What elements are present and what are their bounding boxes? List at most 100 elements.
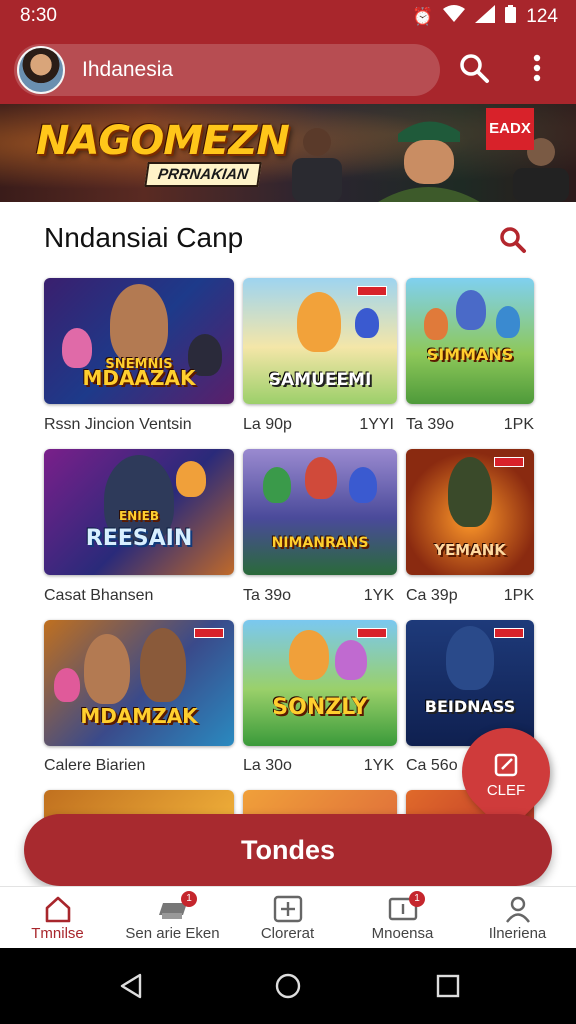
status-bar: 8:30 ⏰ 124 bbox=[0, 0, 576, 34]
signal-icon bbox=[475, 5, 496, 28]
tile-character bbox=[448, 457, 492, 527]
more-vertical-icon bbox=[533, 54, 541, 82]
section-title: Nndansiai Canp bbox=[44, 222, 244, 253]
game-tile[interactable]: SONZLY bbox=[243, 620, 397, 746]
banner-figure bbox=[292, 128, 342, 202]
primary-cta-button[interactable]: Tondes bbox=[24, 814, 552, 886]
create-fab-content[interactable]: CLEF bbox=[462, 742, 550, 812]
more-options-button[interactable] bbox=[522, 50, 552, 86]
promo-banner[interactable]: NAGOMEZN PRRNAKIAN EADX bbox=[0, 104, 576, 202]
tile-character bbox=[176, 461, 206, 497]
game-tile[interactable]: YEMANK bbox=[406, 449, 534, 575]
game-meta-left: La 90p bbox=[243, 416, 292, 433]
game-meta-right: 1YYI bbox=[359, 416, 394, 433]
person-icon bbox=[505, 896, 530, 923]
battery-text: 124 bbox=[526, 5, 558, 27]
game-tile[interactable]: BEIDNASS bbox=[406, 620, 534, 746]
game-meta-left: Rssn Jincion Ventsin bbox=[44, 416, 192, 433]
tile-character bbox=[297, 292, 341, 352]
banner-subtitle: PRRNAKIAN bbox=[144, 162, 262, 187]
tile-character bbox=[140, 628, 186, 702]
nav-item-create[interactable]: Clorerat bbox=[230, 887, 345, 949]
search-icon bbox=[460, 54, 489, 83]
tile-character bbox=[305, 457, 337, 499]
tile-character bbox=[263, 467, 291, 503]
home-circle-icon[interactable] bbox=[274, 972, 302, 1000]
nav-item-profile[interactable]: Ilneriena bbox=[460, 887, 575, 949]
region-selector[interactable]: Ihdanesia bbox=[14, 44, 440, 96]
tile-title: SONZLY bbox=[272, 695, 368, 720]
tile-title: BEIDNASS bbox=[424, 697, 516, 716]
nav-label: Tmnilse bbox=[31, 925, 84, 942]
nav-item-games[interactable]: 1 Sen arie Eken bbox=[115, 887, 230, 949]
top-app-bar: 8:30 ⏰ 124 Ihdanesia bbox=[0, 0, 576, 104]
game-meta-left: Ta 39o bbox=[243, 587, 292, 604]
tile-tag bbox=[494, 628, 524, 638]
back-icon[interactable] bbox=[118, 972, 144, 1000]
tile-character bbox=[289, 630, 329, 680]
status-icons: ⏰ 124 bbox=[412, 5, 558, 28]
tile-tag bbox=[194, 628, 224, 638]
tile-character bbox=[446, 626, 494, 690]
tile-title: NIMANRANS bbox=[271, 535, 369, 551]
home-icon bbox=[45, 896, 70, 923]
game-meta-left: Ta 39o bbox=[406, 416, 455, 433]
tile-character bbox=[84, 634, 130, 704]
recents-icon[interactable] bbox=[436, 972, 460, 1000]
section-search-button[interactable] bbox=[497, 224, 529, 256]
tile-title: MDAAZAK bbox=[82, 366, 196, 390]
tile-character bbox=[335, 640, 367, 680]
tile-character bbox=[355, 308, 379, 338]
tile-subtitle: ENIEB bbox=[118, 509, 160, 523]
game-meta-right: 1PK bbox=[503, 587, 534, 604]
fab-label: CLEF bbox=[486, 782, 526, 799]
banner-badge: EADX bbox=[486, 108, 534, 150]
search-button[interactable] bbox=[456, 50, 492, 86]
tile-tag bbox=[494, 457, 524, 467]
banner-title: NAGOMEZN bbox=[36, 118, 290, 164]
bottom-navigation: Tmnilse 1 Sen arie Eken Clorerat 1 Mnoen… bbox=[0, 886, 576, 948]
nav-label: Mnoensa bbox=[371, 925, 434, 942]
app-header: Ihdanesia bbox=[0, 40, 576, 98]
tile-title: REESAIN bbox=[85, 526, 193, 551]
avatar[interactable] bbox=[17, 46, 65, 94]
status-time: 8:30 bbox=[20, 5, 57, 26]
game-tile[interactable]: SAMUEEMI bbox=[243, 278, 397, 404]
game-tile[interactable]: SIMMANS bbox=[406, 278, 534, 404]
game-tile[interactable]: NIMANRANS bbox=[243, 449, 397, 575]
nav-item-messages[interactable]: 1 Mnoensa bbox=[345, 887, 460, 949]
tile-character bbox=[54, 668, 80, 702]
game-meta-left: La 30o bbox=[243, 757, 292, 774]
tile-title: YEMANK bbox=[434, 541, 506, 559]
wifi-icon bbox=[443, 5, 466, 28]
tile-title: SAMUEEMI bbox=[268, 370, 372, 390]
notification-badge: 1 bbox=[181, 891, 197, 907]
game-meta-right: 1YK bbox=[363, 757, 394, 774]
tile-tag bbox=[357, 628, 387, 638]
region-label: Ihdanesia bbox=[82, 58, 174, 81]
alarm-icon: ⏰ bbox=[412, 6, 434, 26]
search-icon bbox=[500, 227, 526, 253]
game-meta-right: 1PK bbox=[503, 416, 534, 433]
banner-soldier bbox=[378, 121, 480, 202]
battery-icon bbox=[505, 5, 517, 28]
game-meta-right: 1YK bbox=[363, 587, 394, 604]
game-meta-left: Casat Bhansen bbox=[44, 587, 154, 604]
edit-icon bbox=[494, 753, 518, 777]
game-tile[interactable]: ENIEB REESAIN bbox=[44, 449, 234, 575]
system-navigation-bar bbox=[0, 948, 576, 1024]
plus-square-icon bbox=[273, 895, 302, 923]
game-tile[interactable]: MDAMZAK bbox=[44, 620, 234, 746]
tile-character bbox=[110, 284, 168, 364]
tile-character bbox=[496, 306, 520, 338]
nav-label: Sen arie Eken bbox=[125, 925, 220, 942]
tile-character bbox=[456, 290, 486, 330]
game-tile[interactable]: SNEMNIS MDAAZAK bbox=[44, 278, 234, 404]
tile-character bbox=[349, 467, 377, 503]
game-meta-left: Ca 39p bbox=[406, 587, 458, 604]
game-meta-left: Calere Biarien bbox=[44, 757, 146, 774]
tile-title: SIMMANS bbox=[426, 345, 514, 364]
nav-label: Clorerat bbox=[260, 925, 315, 942]
tile-tag bbox=[357, 286, 387, 296]
nav-item-home[interactable]: Tmnilse bbox=[0, 887, 115, 949]
